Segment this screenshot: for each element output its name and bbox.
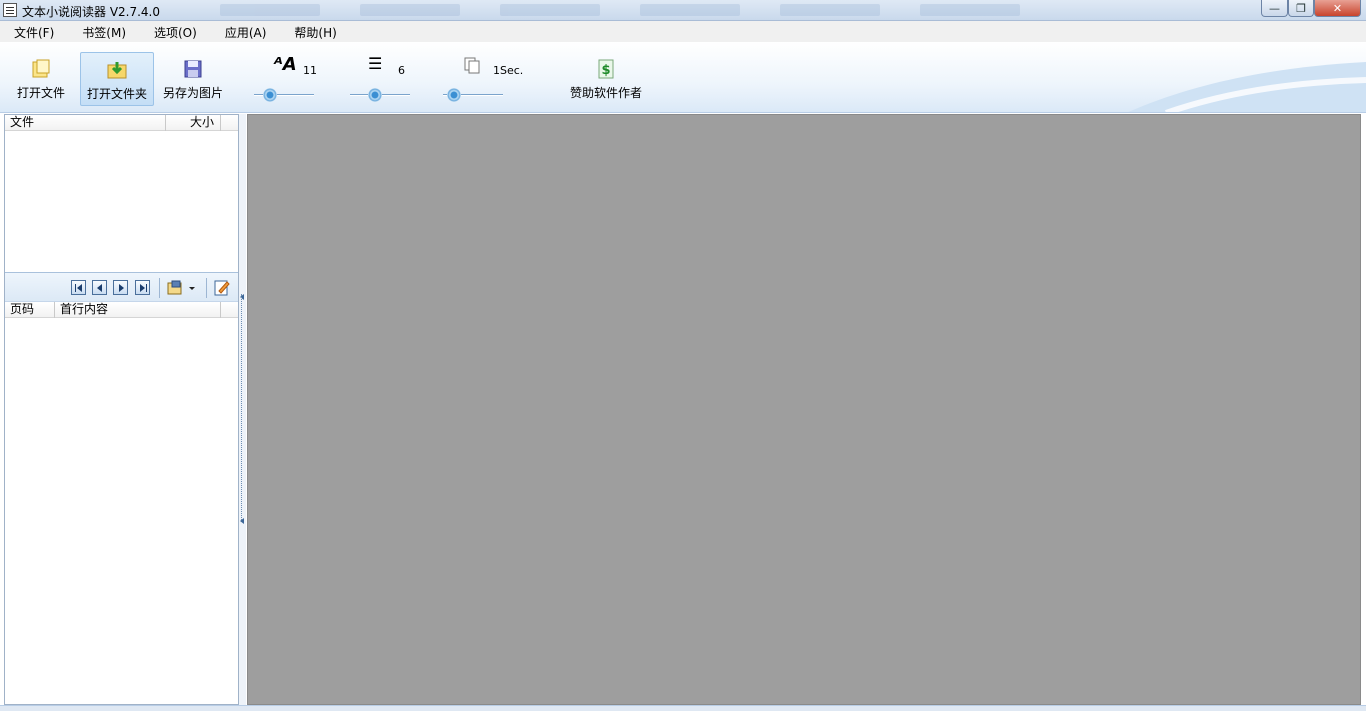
menu-help[interactable]: 帮助(H): [288, 21, 342, 42]
file-list[interactable]: [5, 131, 238, 272]
menu-options[interactable]: 选项(O): [148, 21, 203, 42]
menu-apps[interactable]: 应用(A): [219, 21, 273, 42]
open-folder-button[interactable]: 打开文件夹: [80, 52, 154, 106]
title-bar: 文本小说阅读器 V2.7.4.0 — ❐ ✕: [0, 0, 1366, 21]
splitter-grip[interactable]: [241, 294, 244, 522]
page-interval-slider[interactable]: [443, 88, 505, 102]
bookmark-dropdown-icon[interactable]: [167, 280, 197, 296]
column-size[interactable]: 大小: [166, 115, 221, 131]
reading-area[interactable]: [247, 114, 1361, 705]
font-size-value: 11: [303, 64, 317, 77]
maximize-button[interactable]: ❐: [1288, 0, 1314, 17]
panel-splitter[interactable]: [239, 114, 246, 705]
font-size-slider[interactable]: [254, 88, 316, 102]
save-icon: [184, 60, 202, 78]
previous-page-icon[interactable]: [92, 280, 107, 295]
edit-icon[interactable]: [214, 279, 230, 296]
line-spacing-slider-thumb[interactable]: [367, 88, 382, 102]
first-page-icon[interactable]: [71, 280, 86, 295]
decorative-swoosh: [1128, 62, 1366, 112]
toolbar: 打开文件 打开文件夹 另存为图片 ᴬA 11 ☰ 6 1Sec. $ 赞助软件作…: [0, 42, 1366, 113]
sponsor-author-label: 赞助软件作者: [569, 86, 642, 100]
save-as-image-label: 另存为图片: [162, 86, 223, 100]
dollar-icon: $: [598, 59, 614, 79]
collapse-arrow-icon[interactable]: [240, 518, 244, 524]
next-page-icon[interactable]: [113, 280, 128, 295]
page-interval-icon: [464, 57, 480, 74]
menu-bar: 文件(F) 书签(M) 选项(O) 应用(A) 帮助(H): [0, 21, 1366, 42]
file-list-header: 文件 大小: [5, 115, 238, 131]
sponsor-author-button[interactable]: $ 赞助软件作者: [566, 52, 646, 106]
open-file-label: 打开文件: [16, 86, 65, 100]
svg-text:$: $: [601, 63, 610, 78]
save-as-image-button[interactable]: 另存为图片: [160, 52, 226, 106]
page-interval-slider-thumb[interactable]: [447, 88, 461, 102]
font-size-icon: ᴬA: [274, 54, 297, 75]
close-button[interactable]: ✕: [1314, 0, 1361, 17]
minimize-button[interactable]: —: [1261, 0, 1288, 17]
column-first-line[interactable]: 首行内容: [55, 302, 221, 318]
column-file[interactable]: 文件: [5, 115, 166, 131]
app-icon: [3, 3, 17, 17]
line-spacing-value: 6: [398, 64, 405, 77]
page-nav-toolbar: [5, 272, 238, 302]
column-page-number[interactable]: 页码: [5, 302, 55, 318]
left-panel: 文件 大小 页码 首行内容: [4, 114, 239, 705]
last-page-icon[interactable]: [135, 280, 150, 295]
menu-bookmarks[interactable]: 书签(M): [76, 21, 132, 42]
open-folder-icon: [107, 62, 127, 79]
background-taskbar-ghost: [220, 4, 1020, 16]
toolbar-separator: [206, 278, 207, 298]
open-folder-label: 打开文件夹: [86, 87, 147, 101]
line-spacing-icon: ☰: [368, 54, 383, 73]
menu-file[interactable]: 文件(F): [8, 21, 60, 42]
font-size-slider-thumb[interactable]: [262, 88, 277, 102]
toolbar-separator: [159, 278, 160, 298]
open-file-icon: [32, 59, 50, 78]
line-spacing-slider[interactable]: [350, 88, 412, 102]
page-interval-value: 1Sec.: [493, 64, 524, 77]
page-list[interactable]: [5, 318, 238, 704]
window-title: 文本小说阅读器 V2.7.4.0: [22, 5, 161, 19]
status-bar: [0, 705, 1366, 711]
page-list-header: 页码 首行内容: [5, 302, 238, 318]
open-file-button[interactable]: 打开文件: [10, 52, 72, 106]
